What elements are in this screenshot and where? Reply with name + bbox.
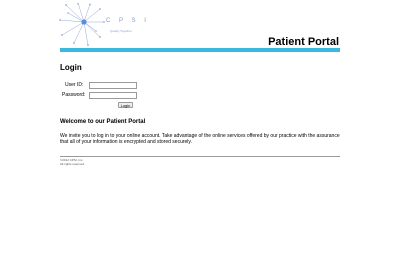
welcome-heading: Welcome to our Patient Portal <box>60 119 146 125</box>
cpsi-logo-burst-icon <box>59 3 105 46</box>
page-title: Patient Portal <box>268 36 339 48</box>
password-input[interactable] <box>89 92 137 99</box>
welcome-body-text: We invite you to log in to your online a… <box>60 133 340 145</box>
logo-tagline: Quality Together <box>110 29 132 33</box>
header-accent-bar <box>60 48 340 52</box>
logo-brand-text: C P S I <box>106 18 150 24</box>
password-label: Password: <box>62 92 86 98</box>
copyright-notice: ©2012 CPSI, Inc. All rights reserved. <box>60 158 85 166</box>
login-button[interactable]: Login <box>118 102 133 108</box>
user-id-label: User ID: <box>65 82 84 88</box>
patient-portal-page: C P S I Quality Together Patient Portal … <box>0 0 400 279</box>
footer-divider <box>60 156 340 157</box>
login-heading: Login <box>60 63 82 72</box>
user-id-input[interactable] <box>89 82 137 89</box>
rights-line: All rights reserved. <box>60 162 85 166</box>
